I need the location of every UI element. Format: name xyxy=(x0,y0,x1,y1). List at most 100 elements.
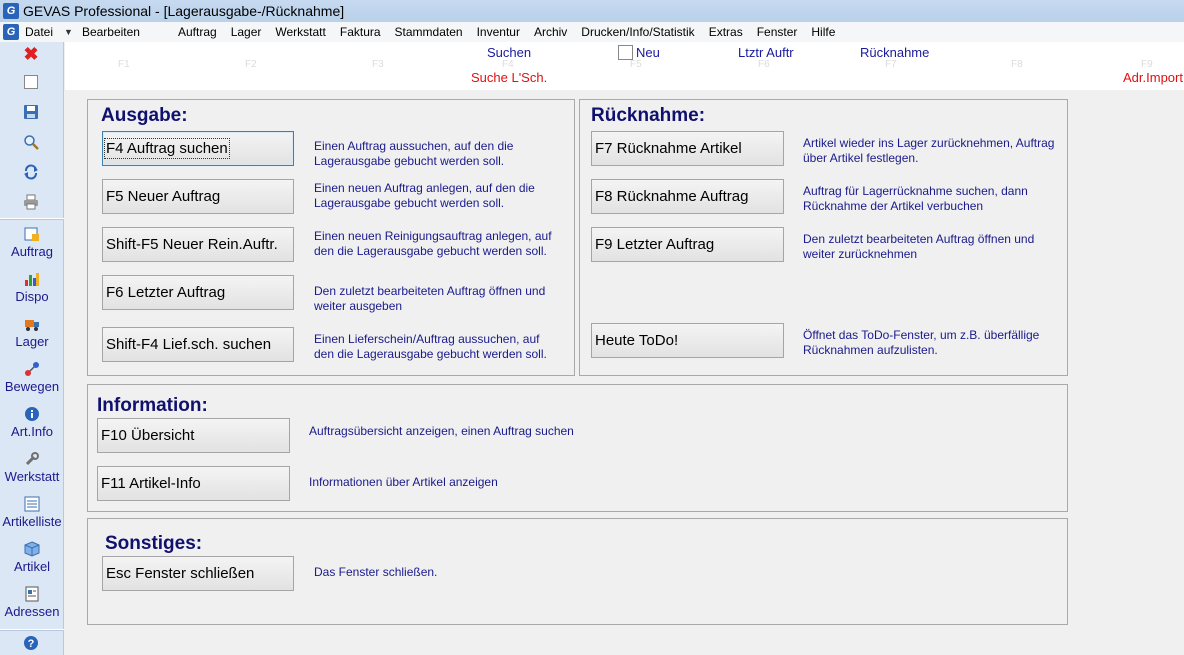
esc-fenster-schliessen-button[interactable]: Esc Fenster schließen xyxy=(102,556,294,591)
ruecknahme-desc: Auftrag für Lagerrücknahme suchen, dann R… xyxy=(803,184,1028,213)
ausgabe-desc: Einen Auftrag aussuchen, auf den die Lage… xyxy=(314,139,514,168)
truck-icon xyxy=(24,316,40,332)
sidebar: ✖ Auftrag Dispo Lager Bewegen Art.Info W… xyxy=(0,42,64,655)
menu-stammdaten[interactable]: Stammdaten xyxy=(388,25,470,39)
sidebar-item-artikel[interactable]: Artikel xyxy=(0,541,64,574)
suchen-button[interactable]: Suchen xyxy=(487,45,531,60)
sidebar-item-label: Bewegen xyxy=(4,379,60,394)
ruecknahme-desc: Artikel wieder ins Lager zurücknehmen, A… xyxy=(803,136,1055,165)
close-icon[interactable]: ✖ xyxy=(22,44,40,64)
menu-fenster[interactable]: Fenster xyxy=(750,25,805,39)
ausgabe-desc: Einen neuen Auftrag anlegen, auf den die… xyxy=(314,181,535,210)
bar-chart-icon xyxy=(24,271,40,287)
ausgabe-desc: Den zuletzt bearbeiteten Auftrag öffnen … xyxy=(314,284,546,313)
sidebar-divider xyxy=(0,629,64,631)
ausgabe-title: Ausgabe: xyxy=(101,105,188,126)
ausgabe-desc: Einen neuen Reinigungsauftrag anlegen, a… xyxy=(314,229,552,258)
shift-f5-neuer-rein-auftrag-button[interactable]: Shift-F5 Neuer Rein.Auftr. xyxy=(102,227,294,262)
sidebar-item-artinfo[interactable]: Art.Info xyxy=(0,406,64,439)
fkey-label: F2 xyxy=(245,59,257,70)
menu-werkstatt[interactable]: Werkstatt xyxy=(268,25,332,39)
menu-bar: G Datei ▼ Bearbeiten Auftrag Lager Werks… xyxy=(0,22,1184,42)
information-desc: Informationen über Artikel anzeigen xyxy=(309,475,498,489)
wrench-icon xyxy=(24,451,40,467)
sidebar-item-label: Dispo xyxy=(15,289,49,304)
function-key-toolbar: F1 F2 F3 F4 F5 F6 F7 F8 F9 Suchen Neu Lt… xyxy=(65,42,1184,90)
menu-bearbeiten[interactable]: Bearbeiten xyxy=(75,25,147,39)
info-icon xyxy=(24,406,40,422)
gevas-logo-icon: G xyxy=(3,3,19,19)
sidebar-item-auftrag[interactable]: Auftrag xyxy=(0,226,64,259)
f10-uebersicht-button[interactable]: F10 Übersicht xyxy=(97,418,290,453)
svg-text:?: ? xyxy=(28,638,35,650)
f11-artikel-info-button[interactable]: F11 Artikel-Info xyxy=(97,466,290,501)
menu-faktura[interactable]: Faktura xyxy=(333,25,388,39)
letzter-auftrag-button[interactable]: Ltztr Auftr xyxy=(738,45,794,60)
sidebar-item-label: Artikelliste xyxy=(2,514,62,529)
help-icon[interactable]: ? xyxy=(22,634,40,652)
refresh-icon[interactable] xyxy=(22,163,40,181)
suche-lsch-button[interactable]: Suche L'Sch. xyxy=(471,70,547,85)
fkey-label: F5 xyxy=(630,59,642,70)
menu-lager[interactable]: Lager xyxy=(224,25,269,39)
fkey-label: F8 xyxy=(1011,59,1023,70)
sidebar-item-label: Adressen xyxy=(4,604,60,619)
sidebar-item-werkstatt[interactable]: Werkstatt xyxy=(0,451,64,484)
fkey-label: F3 xyxy=(372,59,384,70)
title-bar: G GEVAS Professional - [Lagerausgabe-/Rü… xyxy=(0,0,1184,22)
menu-inventur[interactable]: Inventur xyxy=(470,25,527,39)
f5-neuer-auftrag-button[interactable]: F5 Neuer Auftrag xyxy=(102,179,294,214)
f6-letzter-auftrag-button[interactable]: F6 Letzter Auftrag xyxy=(102,275,294,310)
sonstiges-title: Sonstiges: xyxy=(105,533,203,554)
f7-ruecknahme-artikel-button[interactable]: F7 Rücknahme Artikel xyxy=(591,131,784,166)
sidebar-item-label: Art.Info xyxy=(11,424,53,439)
order-icon xyxy=(24,226,40,242)
neu-label: Neu xyxy=(636,45,660,60)
sidebar-item-adressen[interactable]: Adressen xyxy=(0,586,64,619)
sidebar-item-artikelliste[interactable]: Artikelliste xyxy=(0,496,64,529)
ruecknahme-button[interactable]: Rücknahme xyxy=(860,45,929,60)
f8-ruecknahme-auftrag-button[interactable]: F8 Rücknahme Auftrag xyxy=(591,179,784,214)
sidebar-item-label: Werkstatt xyxy=(4,469,60,484)
ruecknahme-desc: Den zuletzt bearbeiteten Auftrag öffnen … xyxy=(803,232,1035,261)
sidebar-item-dispo[interactable]: Dispo xyxy=(0,271,64,304)
print-icon[interactable] xyxy=(22,193,40,211)
ruecknahme-title: Rücknahme: xyxy=(591,105,706,126)
sidebar-item-label: Artikel xyxy=(13,559,51,574)
neu-checkbox[interactable] xyxy=(618,45,633,60)
heute-todo-button[interactable]: Heute ToDo! xyxy=(591,323,784,358)
f9-letzter-auftrag-button[interactable]: F9 Letzter Auftrag xyxy=(591,227,784,262)
sidebar-item-label: Auftrag xyxy=(11,244,53,259)
save-icon[interactable] xyxy=(22,103,40,121)
fkey-label: F9 xyxy=(1141,59,1153,70)
sonstiges-desc: Das Fenster schließen. xyxy=(314,565,438,579)
menu-datei[interactable]: Datei xyxy=(25,25,60,39)
move-icon xyxy=(24,361,40,377)
sidebar-divider xyxy=(0,218,64,220)
window-menu-icon[interactable]: G xyxy=(3,24,19,40)
f4-auftrag-suchen-button[interactable]: F4 Auftrag suchen xyxy=(102,131,294,166)
menu-drucken[interactable]: Drucken/Info/Statistik xyxy=(574,25,701,39)
new-document-icon[interactable] xyxy=(22,73,40,91)
menu-archiv[interactable]: Archiv xyxy=(527,25,574,39)
shift-f4-lieferschein-suchen-button[interactable]: Shift-F4 Lief.sch. suchen xyxy=(102,327,294,362)
information-title: Information: xyxy=(97,395,208,416)
main-content: Ausgabe: F4 Auftrag suchen Einen Auftrag… xyxy=(65,90,1184,655)
menu-extras[interactable]: Extras xyxy=(702,25,750,39)
adr-import-button[interactable]: Adr.Import xyxy=(1123,70,1183,85)
ruecknahme-desc: Öffnet das ToDo-Fenster, um z.B. überfäl… xyxy=(803,328,1040,357)
menu-hilfe[interactable]: Hilfe xyxy=(804,25,842,39)
address-book-icon xyxy=(24,586,40,602)
menu-auftrag[interactable]: Auftrag xyxy=(171,25,224,39)
search-icon[interactable] xyxy=(22,133,40,151)
box-icon xyxy=(24,541,40,557)
ausgabe-desc: Einen Lieferschein/Auftrag aussuchen, au… xyxy=(314,332,547,361)
fkey-label: F6 xyxy=(758,59,770,70)
neu-button[interactable]: Neu xyxy=(618,45,660,60)
information-panel: Information: F10 Übersicht Auftragsübers… xyxy=(87,384,1068,512)
sidebar-item-bewegen[interactable]: Bewegen xyxy=(0,361,64,394)
sidebar-item-lager[interactable]: Lager xyxy=(0,316,64,349)
chevron-down-icon[interactable]: ▼ xyxy=(64,27,73,37)
ausgabe-panel: Ausgabe: F4 Auftrag suchen Einen Auftrag… xyxy=(87,99,575,376)
window-title: GEVAS Professional - [Lagerausgabe-/Rück… xyxy=(23,3,345,19)
